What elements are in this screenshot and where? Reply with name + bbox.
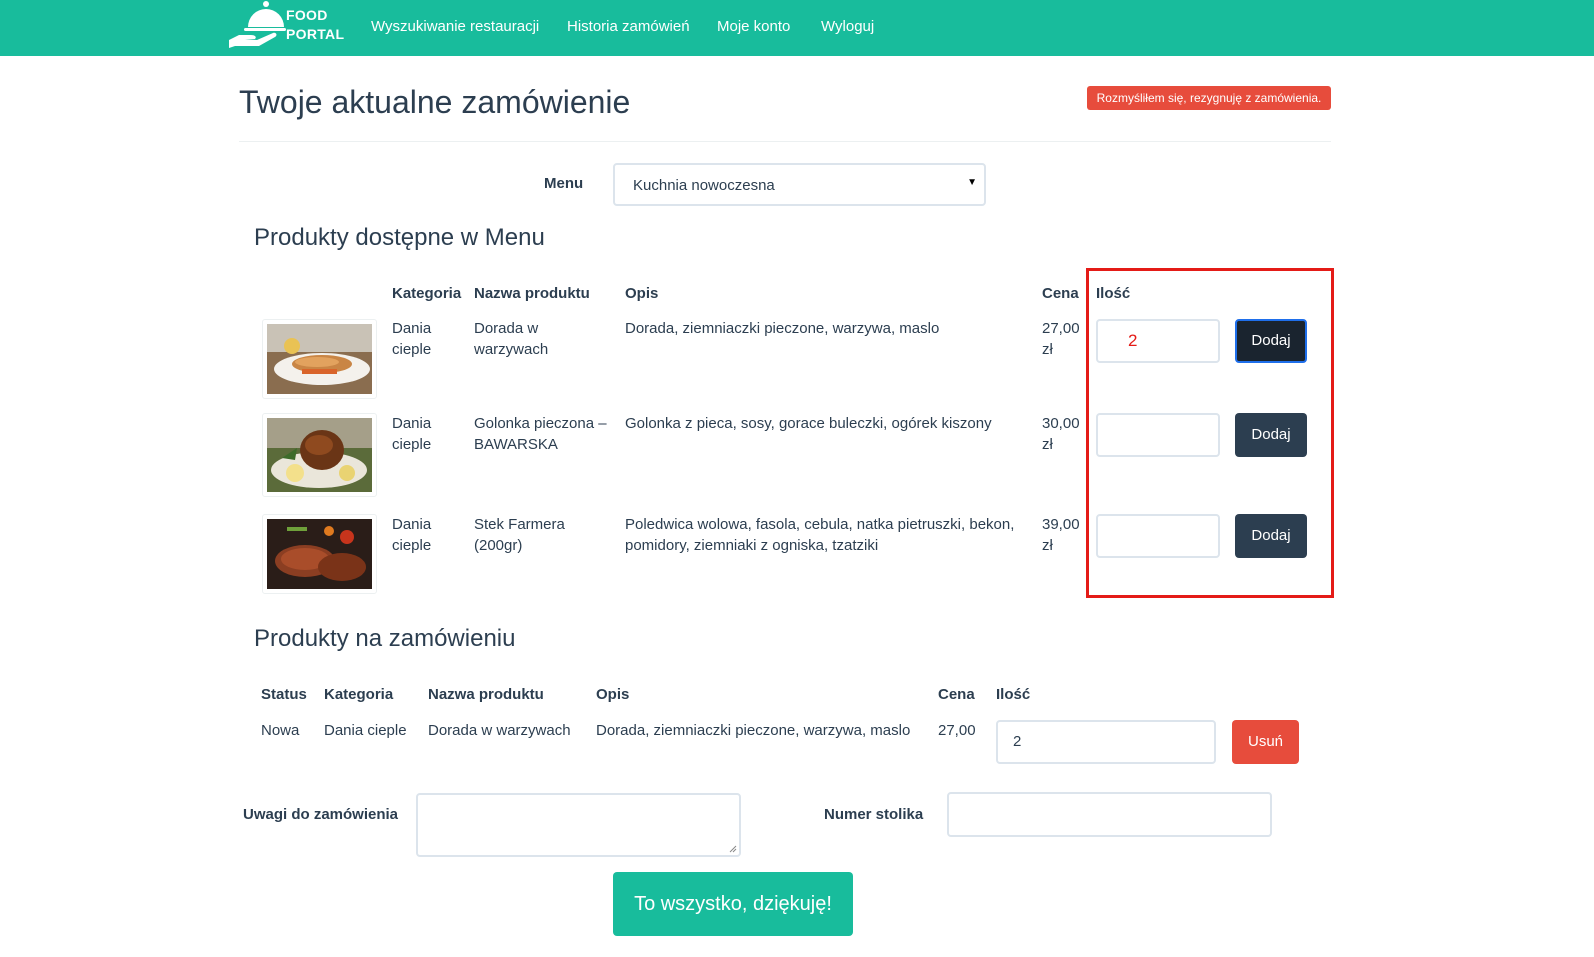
menu-label: Menu	[544, 175, 584, 192]
available-products-title: Produkty dostępne w Menu	[254, 224, 545, 251]
nav-logout[interactable]: Wyloguj	[821, 18, 874, 35]
remove-product-button[interactable]: Usuń	[1232, 720, 1299, 764]
order-description: Dorada, ziemniaczki pieczone, warzywa, m…	[596, 722, 911, 739]
product-image-pork-knuckle	[262, 413, 377, 497]
resize-grip-icon[interactable]	[729, 845, 737, 853]
product-price: 30,00 zł	[1042, 415, 1080, 453]
col-header-quantity: Ilość	[996, 686, 1031, 703]
menu-select[interactable]: Kuchnia nowoczesna ▼	[613, 163, 986, 206]
product-category: Dania cieple	[392, 516, 432, 554]
product-description: Dorada, ziemniaczki pieczone, warzywa, m…	[625, 320, 940, 337]
product-category: Dania cieple	[392, 320, 432, 358]
navbar: FOOD PORTAL Wyszukiwanie restauracji His…	[0, 0, 1594, 56]
order-products-title: Produkty na zamówieniu	[254, 625, 516, 652]
col-header-product-name: Nazwa produktu	[428, 686, 544, 703]
product-description: Golonka z pieca, sosy, gorace buleczki, …	[625, 415, 992, 432]
divider	[239, 141, 1331, 142]
product-description: Poledwica wolowa, fasola, cebula, natka …	[625, 516, 1015, 554]
submit-order-button[interactable]: To wszystko, dziękuję!	[613, 872, 853, 936]
table-number-label: Numer stolika	[824, 806, 924, 823]
dropdown-arrow-icon: ▼	[967, 177, 977, 188]
logo-line-2: PORTAL	[286, 26, 345, 42]
cancel-order-button[interactable]: Rozmyśliłem się, rezygnuję z zamówienia.	[1087, 86, 1331, 110]
product-image-steak	[262, 514, 377, 594]
col-header-description: Opis	[625, 285, 659, 302]
product-name: Dorada w warzywach	[474, 320, 549, 358]
order-quantity-input[interactable]: 2	[996, 720, 1216, 764]
nav-my-account[interactable]: Moje konto	[717, 18, 790, 35]
order-notes-textarea[interactable]	[416, 793, 741, 857]
col-header-product-name: Nazwa produktu	[474, 285, 590, 302]
logo-line-1: FOOD	[286, 7, 328, 23]
product-image-fish	[262, 319, 377, 399]
order-price: 27,00	[938, 722, 976, 739]
product-name: Stek Farmera (200gr)	[474, 516, 565, 554]
product-name: Golonka pieczona – BAWARSKA	[474, 415, 607, 453]
table-number-input[interactable]	[947, 792, 1272, 837]
order-notes-label: Uwagi do zamówienia	[243, 806, 399, 823]
col-header-category: Kategoria	[392, 285, 462, 302]
menu-select-value: Kuchnia nowoczesna	[633, 177, 775, 194]
product-price: 39,00 zł	[1042, 516, 1080, 554]
nav-restaurant-search[interactable]: Wyszukiwanie restauracji	[371, 18, 539, 35]
order-status: Nowa	[261, 722, 300, 739]
food-portal-logo[interactable]: FOOD PORTAL	[229, 0, 344, 52]
order-product-name: Dorada w warzywach	[428, 722, 571, 739]
order-category: Dania cieple	[324, 722, 407, 739]
col-header-status: Status	[261, 686, 307, 703]
cloche-logo-icon	[229, 1, 286, 48]
product-price: 27,00 zł	[1042, 320, 1080, 358]
col-header-category: Kategoria	[324, 686, 394, 703]
logo-text: FOOD PORTAL	[286, 6, 344, 44]
col-header-price: Cena	[1042, 285, 1079, 302]
col-header-price: Cena	[938, 686, 975, 703]
nav-order-history[interactable]: Historia zamówień	[567, 18, 690, 35]
col-header-description: Opis	[596, 686, 630, 703]
highlight-annotation-box	[1086, 268, 1334, 598]
product-category: Dania cieple	[392, 415, 432, 453]
page-title: Twoje aktualne zamówienie	[239, 84, 631, 120]
